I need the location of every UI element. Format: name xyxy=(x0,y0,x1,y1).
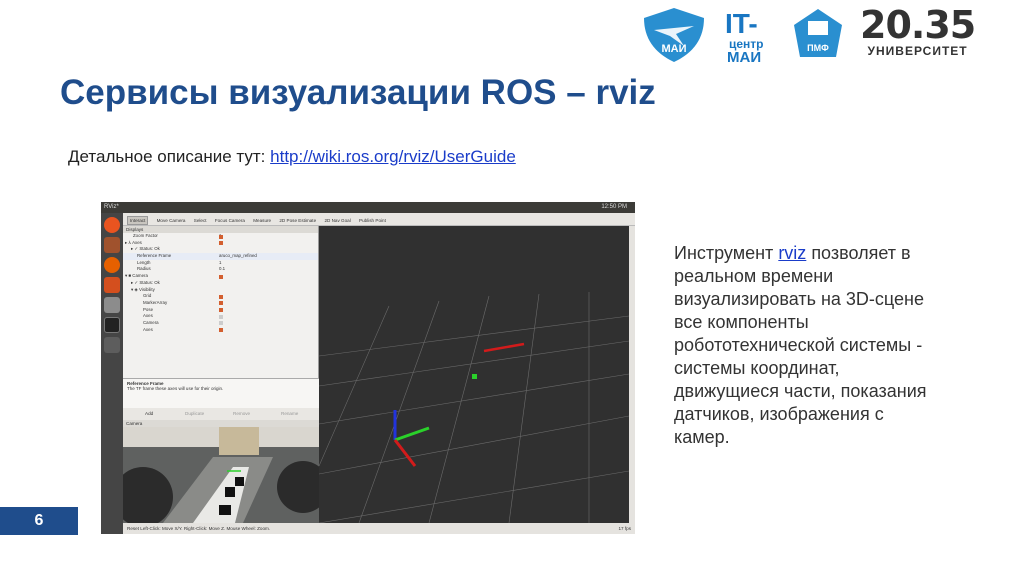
pmf-logo: ПМФ xyxy=(792,7,844,70)
ubuntu-icon[interactable] xyxy=(104,217,120,233)
page-number: 6 xyxy=(0,507,78,535)
display-row[interactable]: Pose xyxy=(123,307,318,314)
svg-text:ПМФ: ПМФ xyxy=(807,43,829,53)
status-bar: Reset Left-Click: Move X/Y. Right-Click:… xyxy=(123,523,635,534)
tool-2d-nav-goal[interactable]: 2D Nav Goal xyxy=(324,218,350,223)
description-line: Детальное описание тут: http://wiki.ros.… xyxy=(68,147,516,166)
display-row-key: ▸ ⅄ Axes xyxy=(125,239,142,245)
display-row[interactable]: MarkerArray xyxy=(123,300,318,307)
display-row[interactable]: ▸ ⅄ Axes xyxy=(123,240,318,247)
display-row-key: Axes xyxy=(143,313,153,319)
it-center-logo: IT- центр МАИ xyxy=(725,8,764,66)
help-panel: Reference Frame The TF frame these axes … xyxy=(123,378,319,408)
display-row-key: Radius xyxy=(137,266,151,272)
university-2035-logo: 20.35 УНИВЕРСИТЕТ xyxy=(860,3,976,58)
window-title: RViz* xyxy=(104,204,119,210)
duplicate-button[interactable]: Duplicate xyxy=(185,411,204,416)
display-row[interactable]: Zoom Factor1 xyxy=(123,233,318,240)
files-icon[interactable] xyxy=(104,237,120,253)
display-row-key: ▸ ✓ Status: Ok xyxy=(131,279,160,285)
display-row-key: ▾ ◈ Visibility xyxy=(131,286,155,292)
camera-image xyxy=(123,427,319,523)
window-topbar: RViz* 12:50 PM xyxy=(101,202,635,213)
firefox-icon[interactable] xyxy=(104,257,120,273)
display-checkbox[interactable] xyxy=(219,294,223,299)
tool-publish-point[interactable]: Publish Point xyxy=(359,218,386,223)
display-row[interactable]: ▸ ✓ Status: Ok xyxy=(123,280,318,287)
display-row[interactable]: ▾ ◈ Visibility xyxy=(123,287,318,294)
display-row[interactable]: Axes xyxy=(123,327,318,334)
tool-interact[interactable]: Interact xyxy=(127,216,149,225)
display-row-key: Pose xyxy=(143,306,154,312)
display-row[interactable]: Grid xyxy=(123,293,318,300)
display-row-key: Axes xyxy=(143,326,153,332)
display-row-key: ▸ ✓ Status: Ok xyxy=(131,246,160,252)
tool-move-camera[interactable]: Move Camera xyxy=(157,218,186,223)
userguide-link[interactable]: http://wiki.ros.org/rviz/UserGuide xyxy=(270,147,516,166)
display-row[interactable]: Camera xyxy=(123,320,318,327)
slide-title: Сервисы визуализации ROS – rviz xyxy=(60,73,656,112)
display-row[interactable]: Reference Frame aruco_map_refined xyxy=(123,253,318,260)
display-row-key: ▾ ■ Camera xyxy=(125,273,148,279)
display-row[interactable]: Length 1 xyxy=(123,260,318,267)
display-row-key: Length xyxy=(137,259,151,265)
viewport-scrollbar[interactable] xyxy=(629,226,635,523)
svg-text:МАИ: МАИ xyxy=(661,43,686,55)
display-row-key: MarkerArray xyxy=(143,299,168,305)
remove-button[interactable]: Remove xyxy=(233,411,250,416)
display-row[interactable]: ▸ ✓ Status: Ok xyxy=(123,246,318,253)
display-row[interactable]: Radius 0.1 xyxy=(123,266,318,273)
rename-button[interactable]: Rename xyxy=(281,411,298,416)
display-row-value: 0.1 xyxy=(219,266,226,272)
rviz-icon[interactable] xyxy=(104,337,120,353)
terminal-icon[interactable] xyxy=(104,317,120,333)
camera-header: Camera xyxy=(123,420,319,427)
clock: 12:50 PM xyxy=(601,204,627,210)
display-row[interactable]: Axes xyxy=(123,313,318,320)
display-checkbox[interactable] xyxy=(219,321,223,326)
display-row-key: Camera xyxy=(143,319,159,325)
3d-viewport[interactable] xyxy=(318,226,630,524)
display-checkbox[interactable] xyxy=(219,274,223,279)
display-row-value: 1 xyxy=(219,259,222,265)
display-checkbox[interactable] xyxy=(219,301,223,306)
rviz-toolbar: Interact Move Camera Select Focus Camera… xyxy=(123,213,635,226)
rviz-link[interactable]: rviz xyxy=(778,243,806,263)
display-row[interactable]: ▾ ■ Camera xyxy=(123,273,318,280)
side-description: Инструмент rviz позволяет в реальном вре… xyxy=(674,243,927,447)
display-buttons: Add Duplicate Remove Rename xyxy=(123,408,319,420)
status-hint: Reset Left-Click: Move X/Y. Right-Click:… xyxy=(127,526,271,531)
fps-readout: 17 fps xyxy=(618,526,631,531)
tool-2d-pose[interactable]: 2D Pose Estimate xyxy=(279,218,316,223)
settings-icon[interactable] xyxy=(104,297,120,313)
display-checkbox[interactable] xyxy=(219,234,223,239)
software-icon[interactable] xyxy=(104,277,120,293)
display-checkbox[interactable] xyxy=(219,308,223,313)
launcher-bar xyxy=(101,213,123,534)
mai-logo: МАИ xyxy=(640,6,708,69)
displays-panel: Displays Zoom Factor1▸ ⅄ Axes▸ ✓ Status:… xyxy=(123,226,319,396)
display-row-key: Zoom Factor xyxy=(133,233,158,238)
display-row-key: Reference Frame xyxy=(137,253,172,259)
tool-select[interactable]: Select xyxy=(194,218,207,223)
display-row-value: aruco_map_refined xyxy=(219,253,257,259)
tool-measure[interactable]: Measure xyxy=(253,218,271,223)
displays-header: Displays xyxy=(123,226,318,233)
add-button[interactable]: Add xyxy=(145,411,153,416)
rviz-screenshot: RViz* 12:50 PM Interact Move Camera Sele… xyxy=(101,202,635,534)
display-row-key: Grid xyxy=(143,293,152,299)
display-checkbox[interactable] xyxy=(219,241,223,246)
display-checkbox[interactable] xyxy=(219,314,223,319)
help-text: The TF frame these axes will use for the… xyxy=(127,386,224,391)
tool-focus-camera[interactable]: Focus Camera xyxy=(215,218,245,223)
display-checkbox[interactable] xyxy=(219,328,223,333)
